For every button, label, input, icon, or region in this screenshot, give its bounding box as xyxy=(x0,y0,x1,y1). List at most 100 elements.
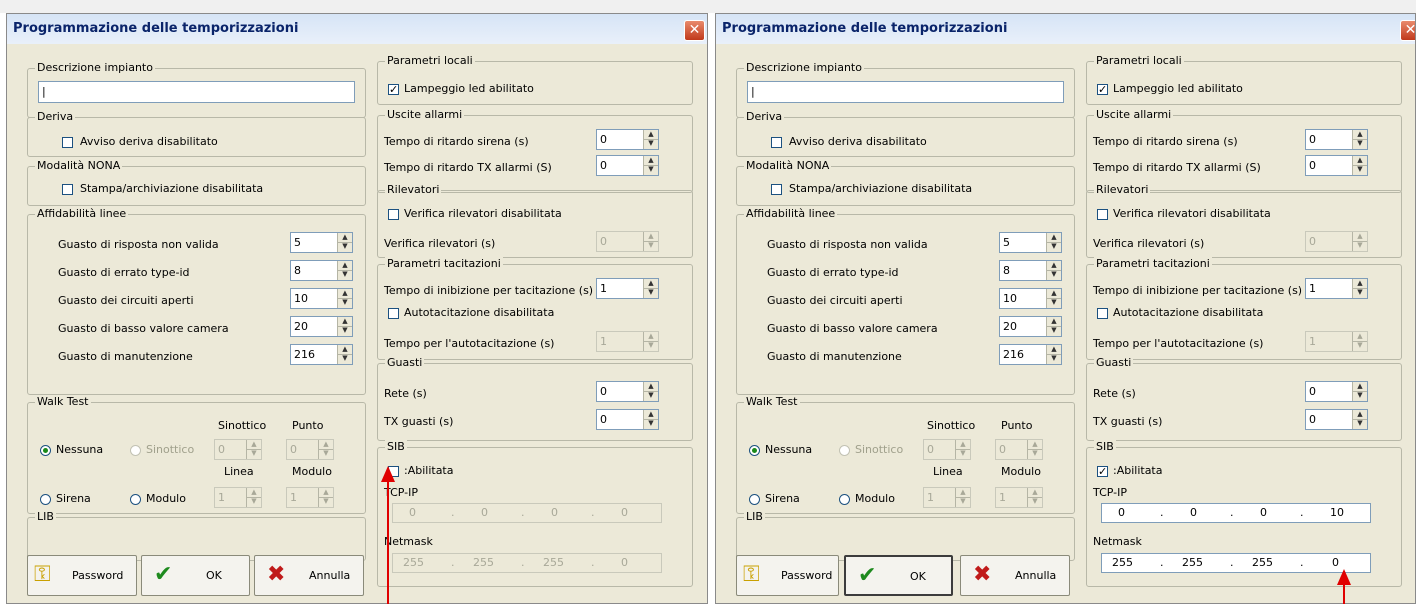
rilevatori-checkbox[interactable] xyxy=(388,209,399,220)
modulo-spinner[interactable]: 1 ▲ ▼ xyxy=(995,487,1043,508)
netmask-field[interactable]: 255 . 255 . 255 . 0 xyxy=(1101,553,1371,573)
spin-down-icon[interactable]: ▼ xyxy=(1047,298,1061,307)
spin-down-icon[interactable]: ▼ xyxy=(1353,341,1367,350)
spin-down-icon[interactable]: ▼ xyxy=(644,288,658,297)
spin-arrows[interactable]: ▲ ▼ xyxy=(643,382,658,401)
annulla-button[interactable]: ✖ Annulla xyxy=(254,555,364,596)
spin-down-icon[interactable]: ▼ xyxy=(1028,497,1042,506)
spin-arrows[interactable]: ▲ ▼ xyxy=(246,488,261,507)
spin-arrows[interactable]: ▲ ▼ xyxy=(1046,317,1061,336)
sirena-spinner[interactable]: 0 ▲ ▼ xyxy=(596,129,659,150)
tx-guasti-spinner[interactable]: 0 ▲ ▼ xyxy=(1305,409,1368,430)
nessuna-radio[interactable] xyxy=(40,445,51,456)
netmask-field[interactable]: 255 . 255 . 255 . 0 xyxy=(392,553,662,573)
spin-arrows[interactable]: ▲ ▼ xyxy=(1046,345,1061,364)
ok-button[interactable]: ✔ OK xyxy=(141,555,250,596)
lampeggio-checkbox[interactable]: ✓ xyxy=(388,84,399,95)
spin-down-icon[interactable]: ▼ xyxy=(1028,449,1042,458)
close-button[interactable]: ✕ xyxy=(684,20,705,41)
spin-down-icon[interactable]: ▼ xyxy=(644,341,658,350)
autotacitazione-checkbox[interactable] xyxy=(388,308,399,319)
spin-arrows[interactable]: ▲ ▼ xyxy=(1046,233,1061,252)
typeid-spinner[interactable]: 8 ▲ ▼ xyxy=(290,260,353,281)
annulla-button[interactable]: ✖ Annulla xyxy=(960,555,1070,596)
lampeggio-checkbox[interactable]: ✓ xyxy=(1097,84,1108,95)
sinottico-spinner[interactable]: 0 ▲ ▼ xyxy=(923,439,971,460)
camera-spinner[interactable]: 20 ▲ ▼ xyxy=(999,316,1062,337)
manutenzione-spinner[interactable]: 216 ▲ ▼ xyxy=(999,344,1062,365)
spin-arrows[interactable]: ▲ ▼ xyxy=(318,488,333,507)
spin-down-icon[interactable]: ▼ xyxy=(644,241,658,250)
nona-checkbox[interactable] xyxy=(62,184,73,195)
tx-allarmi-spinner[interactable]: 0 ▲ ▼ xyxy=(596,155,659,176)
spin-arrows[interactable]: ▲ ▼ xyxy=(1027,488,1042,507)
spin-arrows[interactable]: ▲ ▼ xyxy=(1046,289,1061,308)
sib-checkbox[interactable]: ✓ xyxy=(1097,466,1108,477)
spin-down-icon[interactable]: ▼ xyxy=(1353,165,1367,174)
descrizione-input[interactable]: | xyxy=(38,81,355,103)
sinottico-spinner[interactable]: 0 ▲ ▼ xyxy=(214,439,262,460)
punto-spinner[interactable]: 0 ▲ ▼ xyxy=(286,439,334,460)
spin-arrows[interactable]: ▲ ▼ xyxy=(955,440,970,459)
spin-arrows[interactable]: ▲ ▼ xyxy=(1352,232,1367,251)
modulo-radio[interactable] xyxy=(130,494,141,505)
sirena-radio[interactable] xyxy=(40,494,51,505)
spin-arrows[interactable]: ▲ ▼ xyxy=(643,232,658,251)
verifica-spinner[interactable]: 0 ▲ ▼ xyxy=(1305,231,1368,252)
spin-arrows[interactable]: ▲ ▼ xyxy=(246,440,261,459)
typeid-spinner[interactable]: 8 ▲ ▼ xyxy=(999,260,1062,281)
sinottico-radio[interactable] xyxy=(839,445,850,456)
deriva-checkbox[interactable] xyxy=(771,137,782,148)
punto-spinner[interactable]: 0 ▲ ▼ xyxy=(995,439,1043,460)
spin-down-icon[interactable]: ▼ xyxy=(956,449,970,458)
spin-down-icon[interactable]: ▼ xyxy=(338,270,352,279)
spin-down-icon[interactable]: ▼ xyxy=(1353,241,1367,250)
spin-down-icon[interactable]: ▼ xyxy=(644,419,658,428)
camera-spinner[interactable]: 20 ▲ ▼ xyxy=(290,316,353,337)
spin-down-icon[interactable]: ▼ xyxy=(1353,139,1367,148)
spin-arrows[interactable]: ▲ ▼ xyxy=(1352,156,1367,175)
spin-arrows[interactable]: ▲ ▼ xyxy=(1352,332,1367,351)
spin-down-icon[interactable]: ▼ xyxy=(319,449,333,458)
autotacitazione-spinner[interactable]: 1 ▲ ▼ xyxy=(1305,331,1368,352)
modulo-spinner[interactable]: 1 ▲ ▼ xyxy=(286,487,334,508)
spin-arrows[interactable]: ▲ ▼ xyxy=(337,317,352,336)
tcp-ip-field[interactable]: 0 . 0 . 0 . 10 xyxy=(1101,503,1371,523)
spin-down-icon[interactable]: ▼ xyxy=(1047,326,1061,335)
spin-arrows[interactable]: ▲ ▼ xyxy=(337,289,352,308)
spin-arrows[interactable]: ▲ ▼ xyxy=(1027,440,1042,459)
spin-down-icon[interactable]: ▼ xyxy=(644,165,658,174)
autotacitazione-spinner[interactable]: 1 ▲ ▼ xyxy=(596,331,659,352)
spin-down-icon[interactable]: ▼ xyxy=(956,497,970,506)
linea-spinner[interactable]: 1 ▲ ▼ xyxy=(214,487,262,508)
spin-down-icon[interactable]: ▼ xyxy=(247,449,261,458)
spin-down-icon[interactable]: ▼ xyxy=(1047,270,1061,279)
spin-arrows[interactable]: ▲ ▼ xyxy=(1352,382,1367,401)
spin-down-icon[interactable]: ▼ xyxy=(319,497,333,506)
spin-down-icon[interactable]: ▼ xyxy=(247,497,261,506)
sirena-spinner[interactable]: 0 ▲ ▼ xyxy=(1305,129,1368,150)
spin-down-icon[interactable]: ▼ xyxy=(1353,391,1367,400)
close-button[interactable]: ✕ xyxy=(1400,20,1415,41)
ok-button[interactable]: ✔ OK xyxy=(844,555,953,596)
spin-arrows[interactable]: ▲ ▼ xyxy=(643,130,658,149)
nessuna-radio[interactable] xyxy=(749,445,760,456)
rilevatori-checkbox[interactable] xyxy=(1097,209,1108,220)
spin-down-icon[interactable]: ▼ xyxy=(644,391,658,400)
spin-down-icon[interactable]: ▼ xyxy=(1047,354,1061,363)
spin-down-icon[interactable]: ▼ xyxy=(1353,288,1367,297)
spin-down-icon[interactable]: ▼ xyxy=(1047,242,1061,251)
spin-arrows[interactable]: ▲ ▼ xyxy=(1352,130,1367,149)
spin-arrows[interactable]: ▲ ▼ xyxy=(337,233,352,252)
spin-arrows[interactable]: ▲ ▼ xyxy=(337,261,352,280)
inibizione-spinner[interactable]: 1 ▲ ▼ xyxy=(596,278,659,299)
tx-guasti-spinner[interactable]: 0 ▲ ▼ xyxy=(596,409,659,430)
spin-arrows[interactable]: ▲ ▼ xyxy=(643,332,658,351)
spin-arrows[interactable]: ▲ ▼ xyxy=(318,440,333,459)
spin-arrows[interactable]: ▲ ▼ xyxy=(643,279,658,298)
password-button[interactable]: ⚿ Password xyxy=(27,555,137,596)
spin-arrows[interactable]: ▲ ▼ xyxy=(337,345,352,364)
modulo-radio[interactable] xyxy=(839,494,850,505)
spin-down-icon[interactable]: ▼ xyxy=(1353,419,1367,428)
circuiti-spinner[interactable]: 10 ▲ ▼ xyxy=(290,288,353,309)
